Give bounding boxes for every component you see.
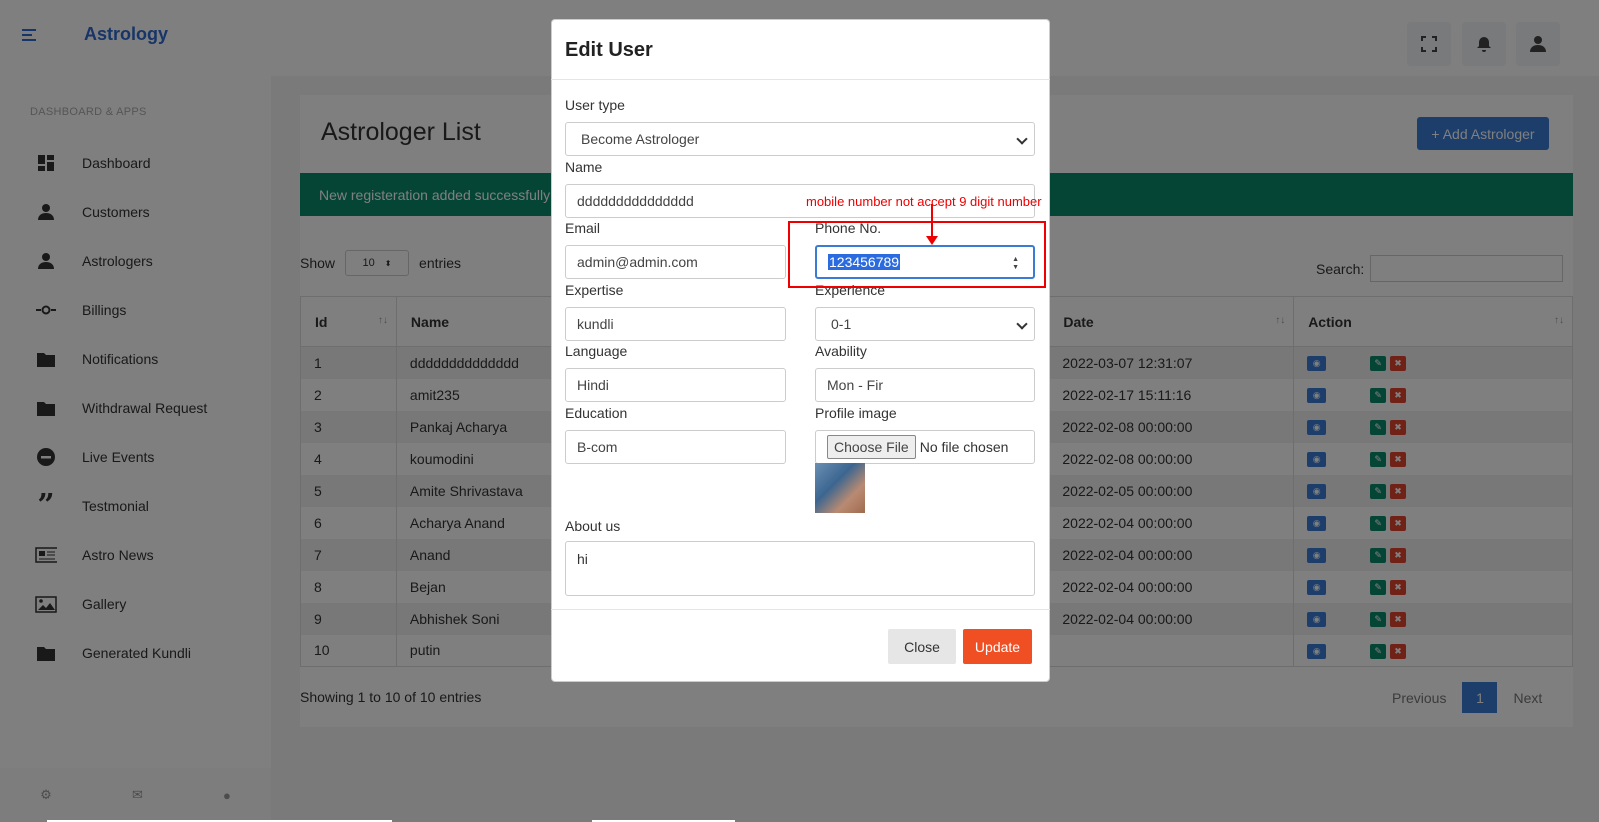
chevron-down-icon (1016, 133, 1028, 145)
experience-select[interactable]: 0-1 (815, 307, 1035, 341)
annotation-text: mobile number not accept 9 digit number (806, 194, 1042, 209)
profile-image-input[interactable]: Choose File No file chosen (815, 430, 1035, 464)
about-label: About us (565, 518, 621, 534)
file-status: No file chosen (919, 439, 1009, 455)
user-type-select[interactable]: Become Astrologer (565, 122, 1035, 156)
expertise-label: Expertise (565, 282, 624, 298)
availability-label: Avability (815, 343, 867, 359)
about-textarea[interactable]: hi (565, 541, 1035, 596)
divider (551, 79, 1050, 80)
modal-title: Edit User (565, 39, 653, 61)
language-label: Language (565, 343, 628, 359)
close-button[interactable]: Close (888, 629, 956, 664)
user-type-label: User type (565, 97, 625, 113)
email-label: Email (565, 220, 601, 236)
expertise-input[interactable]: kundli (565, 307, 786, 341)
language-input[interactable]: Hindi (565, 368, 786, 402)
update-button[interactable]: Update (963, 629, 1032, 664)
email-input[interactable]: admin@admin.com (565, 245, 786, 279)
arrow-head-icon (926, 236, 938, 245)
education-label: Education (565, 405, 628, 421)
profile-image-label: Profile image (815, 405, 897, 421)
availability-input[interactable]: Mon - Fir (815, 368, 1035, 402)
profile-thumbnail (815, 463, 865, 513)
name-label: Name (565, 159, 603, 175)
choose-file-button[interactable]: Choose File (827, 435, 916, 459)
annotation-box (788, 221, 1046, 288)
education-input[interactable]: B-com (565, 430, 786, 464)
divider (551, 609, 1050, 610)
chevron-down-icon (1016, 318, 1028, 330)
annotation-arrow (931, 204, 933, 240)
